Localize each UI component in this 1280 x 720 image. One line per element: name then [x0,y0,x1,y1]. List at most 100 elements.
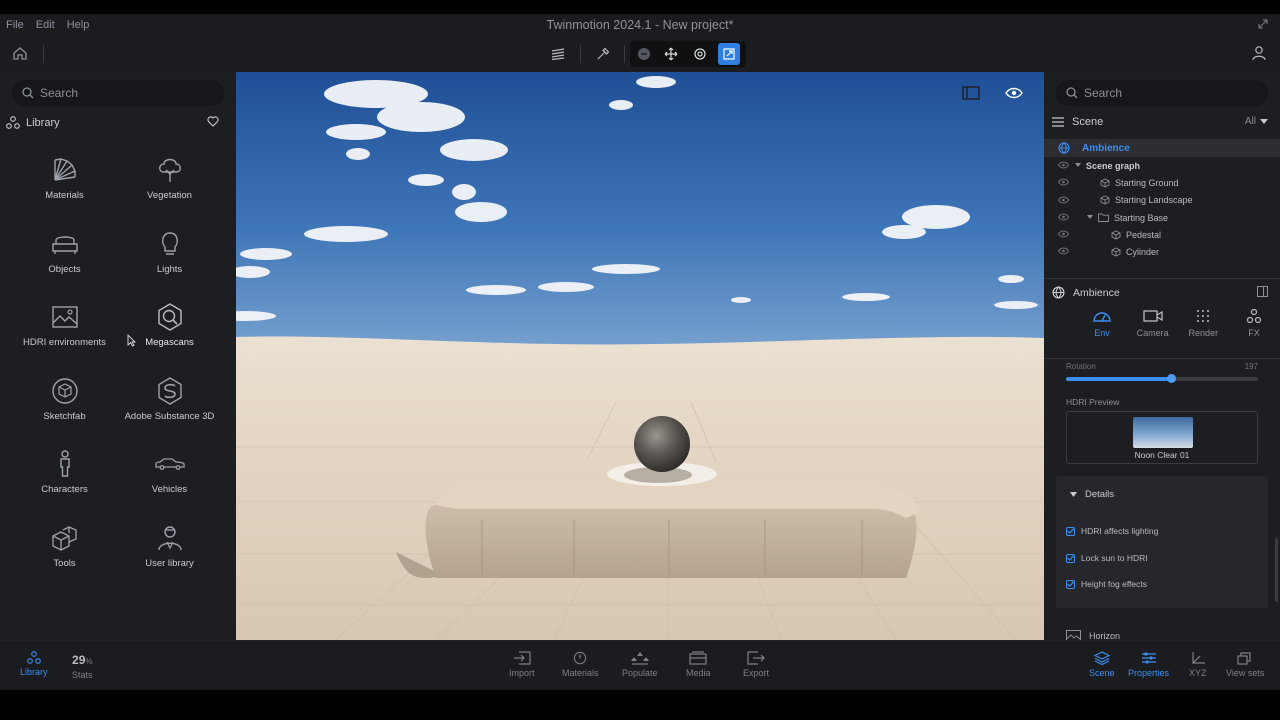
library-tile-lights[interactable]: Lights [117,228,222,302]
import-icon [513,651,531,665]
tree-item-ambience[interactable]: Ambience [1044,139,1280,157]
properties-button[interactable]: Properties [1128,651,1169,678]
rotate-icon[interactable] [689,43,711,65]
checkbox-label: Height fog effects [1081,579,1147,589]
visibility-eye-icon[interactable] [1003,84,1025,102]
slider-handle[interactable] [1167,374,1177,383]
scene-button[interactable]: Scene [1089,651,1115,678]
home-icon[interactable] [12,45,30,63]
library-tile-tools[interactable]: Tools [12,522,117,596]
tile-label: Megascans [145,337,194,348]
globe-icon [1052,286,1065,299]
tab-fx[interactable]: FX [1232,308,1276,338]
library-tile-materials[interactable]: Materials [12,154,117,228]
rotation-value: 197 [1244,362,1258,371]
move-icon[interactable] [660,43,682,65]
tile-label: Vegetation [147,190,192,201]
scene-search-input[interactable] [1084,86,1234,100]
app-window: File Edit Help Twinmotion 2024.1 - New p… [0,14,1280,690]
mouse-cursor-icon [127,333,137,350]
library-tile-substance[interactable]: Adobe Substance 3D [117,375,222,449]
tile-label: Sketchfab [43,410,86,422]
checkbox-hdri-affects-lighting[interactable]: HDRI affects lighting [1066,526,1158,536]
tile-label: Characters [41,484,88,495]
media-button[interactable]: Media [686,651,711,678]
tile-label: User library [145,557,194,569]
tab-label: Camera [1136,328,1169,338]
stats-readout: 29% [72,653,92,667]
button-label: Materials [562,668,599,678]
viewport-layout-icon[interactable] [960,84,982,102]
hdri-preview-card[interactable]: Noon Clear 01 [1066,411,1258,464]
eye-icon[interactable] [1058,196,1069,204]
button-label: Properties [1128,668,1170,678]
tree-item-pedestal[interactable]: Pedestal [1044,226,1280,243]
library-tile-characters[interactable]: Characters [12,448,117,522]
properties-scrollbar[interactable] [1275,538,1278,602]
library-tile-vegetation[interactable]: Vegetation [117,154,222,228]
library-tile-objects[interactable]: Objects [12,228,117,302]
library-search[interactable] [12,80,224,106]
caret-down-icon[interactable] [1075,163,1081,168]
tree-label: Pedestal [1126,229,1162,240]
eyedropper-icon[interactable] [592,43,614,65]
tree-item-starting-base[interactable]: Starting Base [1044,209,1280,226]
tab-label: Render [1188,328,1219,338]
3d-viewport[interactable] [236,72,1044,640]
list-icon [1052,117,1064,127]
library-tile-vehicles[interactable]: Vehicles [117,448,222,522]
scene-search[interactable] [1056,80,1268,106]
library-tile-hdri[interactable]: HDRI environments [12,301,117,375]
xyz-button[interactable]: XYZ [1189,651,1207,678]
import-button[interactable]: Import [509,651,535,678]
toolbar-separator [43,45,44,63]
properties-header: Ambience [1052,286,1120,299]
view-sets-button[interactable]: View sets [1226,651,1264,678]
media-icon [689,651,707,665]
checkbox-height-fog-effects[interactable]: Height fog effects [1066,579,1147,589]
checkbox-label: HDRI affects lighting [1081,526,1159,536]
materials-button[interactable]: Materials [562,651,599,678]
caret-down-icon[interactable] [1087,215,1093,220]
transform-gizmo-group [630,41,746,67]
tab-env[interactable]: Env [1080,308,1124,338]
export-button[interactable]: Export [743,651,769,678]
rotation-slider[interactable] [1066,374,1258,383]
eye-icon[interactable] [1058,230,1069,238]
eye-icon[interactable] [1058,178,1069,186]
user-icon[interactable] [1252,45,1268,63]
tab-camera[interactable]: Camera [1131,308,1175,338]
favorites-heart-icon[interactable] [207,116,219,130]
eye-icon[interactable] [1058,161,1069,169]
library-search-input[interactable] [40,86,190,100]
library-tile-user-library[interactable]: User library [117,522,222,596]
search-icon [22,87,34,99]
scene-filter-dropdown[interactable]: All [1245,116,1268,127]
library-button[interactable]: Library [20,651,48,677]
tree-item-scene-graph[interactable]: Scene graph [1044,157,1280,174]
landscape-image-icon [51,306,78,328]
library-tile-sketchfab[interactable]: Sketchfab [12,375,117,449]
scale-icon[interactable] [718,43,740,65]
scene-render [236,72,1044,640]
tree-item-cylinder[interactable]: Cylinder [1044,243,1280,260]
properties-icon [1141,652,1156,664]
tile-label: Adobe Substance 3D [124,410,215,422]
eye-icon[interactable] [1058,247,1069,255]
tab-render[interactable]: Render [1181,308,1225,338]
tab-label: FX [1248,328,1260,338]
layers-icon[interactable] [547,43,569,65]
panel-toggle-icon[interactable] [1257,286,1268,300]
stats-button[interactable]: 29% Stats [72,653,93,680]
expand-window-icon[interactable] [1258,18,1268,32]
checkbox-lock-sun-to-hdri[interactable]: Lock sun to HDRI [1066,553,1148,563]
tree-item-starting-ground[interactable]: Starting Ground [1044,174,1280,191]
populate-button[interactable]: Populate [622,651,658,678]
view-sets-icon [1237,652,1251,665]
select-icon[interactable] [633,43,655,65]
details-header[interactable]: Details [1070,489,1114,500]
eye-icon[interactable] [1058,213,1069,221]
tree-item-starting-landscape[interactable]: Starting Landscape [1044,192,1280,209]
fx-circles-icon [1246,308,1262,324]
scene-label: Scene [1072,116,1104,128]
